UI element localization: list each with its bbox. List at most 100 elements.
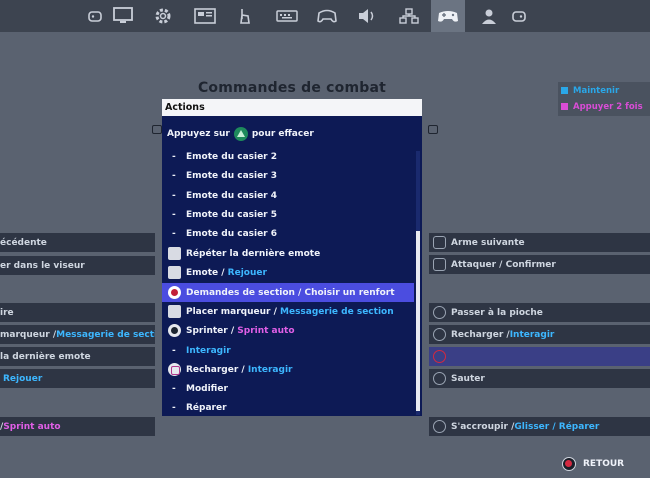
dropdown-item-label: Emote du casier 6 [186, 228, 278, 239]
right-binding-row[interactable]: Recharger / Interagir [429, 325, 650, 344]
dropdown-scrollbar[interactable] [416, 151, 420, 415]
tab-monitor[interactable] [106, 0, 140, 32]
dropdown-item[interactable]: - Emote du casier 5 [162, 205, 414, 224]
legend-hold-swatch [561, 87, 568, 94]
dropdown-item-label: Emote du casier 3 [186, 170, 278, 181]
binding-label: marqueur / [0, 329, 57, 340]
dropdown-item[interactable]: Répéter la dernière emote [162, 244, 414, 263]
dropdown-item[interactable]: - Emote du casier 2 [162, 147, 414, 166]
right-binding-row[interactable]: Sauter [429, 369, 650, 388]
dropdown-item[interactable]: - Interagir [162, 341, 414, 360]
right-binding-row[interactable]: Attaquer / Confirmer [429, 255, 650, 274]
dropdown-item[interactable]: - Emote du casier 4 [162, 186, 414, 205]
left-binding-row[interactable]: er dans le viseur [0, 256, 155, 275]
dash-icon: - [172, 190, 176, 201]
item-accent-text: Interagir [247, 364, 293, 375]
dropdown-item[interactable]: - Emote du casier 3 [162, 166, 414, 185]
tab-speaker[interactable] [350, 0, 384, 32]
legend-hold-label: Maintenir [573, 85, 620, 96]
dropdown-item-label: Sprinter / Sprint auto [186, 326, 295, 336]
right-binding-row[interactable]: S'accroupir / Glisser / Réparer [429, 417, 650, 436]
clear-hint: Appuyez sur pour effacer [167, 127, 314, 141]
dash-icon: - [172, 402, 176, 413]
tab-controller[interactable] [310, 0, 344, 32]
tab-display[interactable] [188, 0, 222, 32]
right-binding-row-selected[interactable] [429, 347, 650, 366]
touch-icon [240, 9, 250, 24]
dropdown-item-label: Répéter la dernière emote [186, 248, 321, 259]
left-binding-row[interactable]: / Sprint auto [0, 417, 155, 436]
gamepad-small-icon [88, 11, 102, 22]
binding-label: S'accroupir / [451, 421, 515, 432]
right-bumper-icon [428, 125, 438, 134]
tab-keyboard[interactable] [270, 0, 304, 32]
tab-gamepad-small-right[interactable] [502, 0, 536, 32]
keyboard-icon [276, 10, 298, 22]
monitor-icon [113, 7, 133, 23]
dropdown-item[interactable]: - Emote du casier 6 [162, 224, 414, 243]
dropdown-item-label: Interagir [186, 345, 231, 356]
dropdown-item[interactable]: Emote / Rejouer [162, 263, 414, 282]
gamepad-small-icon [512, 11, 526, 22]
left-binding-row[interactable]: Rejouer [0, 369, 155, 388]
binding-label: Passer à la pioche [451, 307, 543, 318]
tab-gear[interactable] [146, 0, 180, 32]
tab-gamepad[interactable] [431, 0, 465, 32]
right-binding-row[interactable]: Passer à la pioche [429, 303, 650, 322]
dropdown-item-selected[interactable]: Demandes de section / Choisir un renfort [162, 283, 414, 302]
dropdown-item-label: Emote du casier 2 [186, 151, 278, 162]
dropdown-item-label: Emote du casier 5 [186, 209, 278, 220]
circle-button-icon [433, 350, 446, 363]
scrollbar-thumb[interactable] [416, 231, 420, 411]
item-main-text: Placer marqueur / [186, 306, 281, 317]
left-binding-row[interactable]: écédente [0, 233, 155, 252]
dropdown-item[interactable]: Sprinter / Sprint auto [162, 321, 414, 340]
dropdown-item[interactable]: Recharger / Interagir [162, 360, 414, 379]
item-accent-text: Messagerie de section [280, 306, 394, 317]
dropdown-item[interactable]: - Réparer [162, 398, 414, 417]
left-binding-row[interactable]: la dernière emote [0, 347, 155, 366]
item-main-text: Recharger / [186, 364, 248, 375]
dpad-icon [168, 247, 181, 260]
display-icon [194, 8, 216, 24]
circle-button-icon [562, 457, 576, 471]
tab-touch[interactable] [228, 0, 262, 32]
legend-double-swatch [561, 103, 568, 110]
binding-accent: Interagir [509, 329, 555, 340]
back-button[interactable]: RETOUR [562, 457, 624, 471]
binding-label: Rejouer [3, 373, 43, 384]
dpad-icon [168, 266, 181, 279]
gamepad-icon [438, 11, 458, 22]
tab-network[interactable] [392, 0, 426, 32]
left-binding-row[interactable]: ire [0, 303, 155, 322]
dropdown-item[interactable]: - Modifier [162, 379, 414, 398]
binding-accent: Glisser / Réparer [514, 421, 600, 432]
gear-icon [155, 8, 171, 24]
binding-label: écédente [0, 237, 47, 248]
binding-accent: Sprint auto [3, 421, 61, 432]
actions-dropdown: Actions Appuyez sur pour effacer - Emote… [162, 99, 422, 416]
left-binding-row[interactable]: marqueur / Messagerie de section [0, 325, 155, 344]
legend-double: Appuyer 2 fois [561, 99, 643, 114]
page-title: Commandes de combat [197, 80, 387, 96]
dropdown-item[interactable]: Placer marqueur / Messagerie de section [162, 302, 414, 321]
item-accent-text: Rejouer [227, 267, 267, 278]
item-accent-text: Sprint auto [237, 325, 295, 336]
circle-button-icon [168, 286, 181, 299]
tab-account[interactable] [472, 0, 506, 32]
square-button-icon [168, 363, 181, 376]
dropdown-item-label: Demandes de section / Choisir un renfort [186, 287, 395, 298]
binding-label: Sauter [451, 373, 485, 384]
controller-icon [317, 9, 337, 23]
right-binding-row[interactable]: Arme suivante [429, 233, 650, 252]
item-main-text: Sprinter / [186, 325, 238, 336]
dash-icon: - [172, 383, 176, 394]
binding-label: er dans le viseur [0, 260, 85, 271]
dash-icon: - [172, 228, 176, 239]
binding-label: la dernière emote [0, 351, 91, 362]
dash-icon: - [172, 209, 176, 220]
dropdown-header: Actions [162, 99, 422, 116]
triangle-button-icon [233, 127, 248, 141]
dropdown-item-label: Réparer [186, 402, 227, 413]
speaker-icon [359, 9, 374, 23]
